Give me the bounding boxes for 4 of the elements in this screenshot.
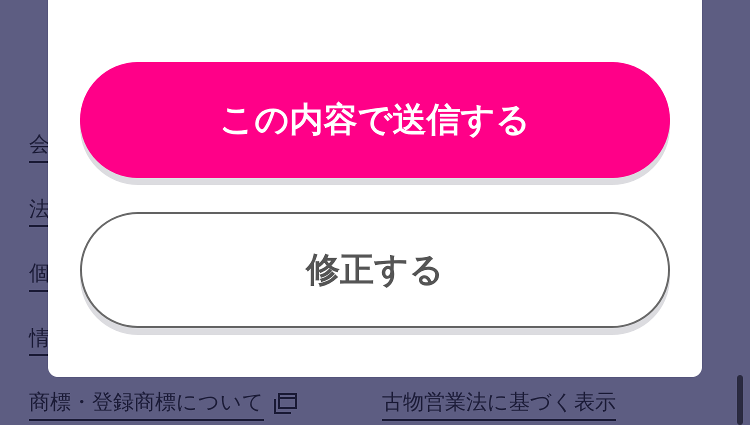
scrollbar[interactable]	[737, 375, 743, 425]
footer-link[interactable]: 商標・登録商標について	[29, 387, 264, 420]
footer-link[interactable]: 古物営業法に基づく表示	[382, 387, 616, 420]
submit-button[interactable]: この内容で送信する	[80, 62, 670, 178]
